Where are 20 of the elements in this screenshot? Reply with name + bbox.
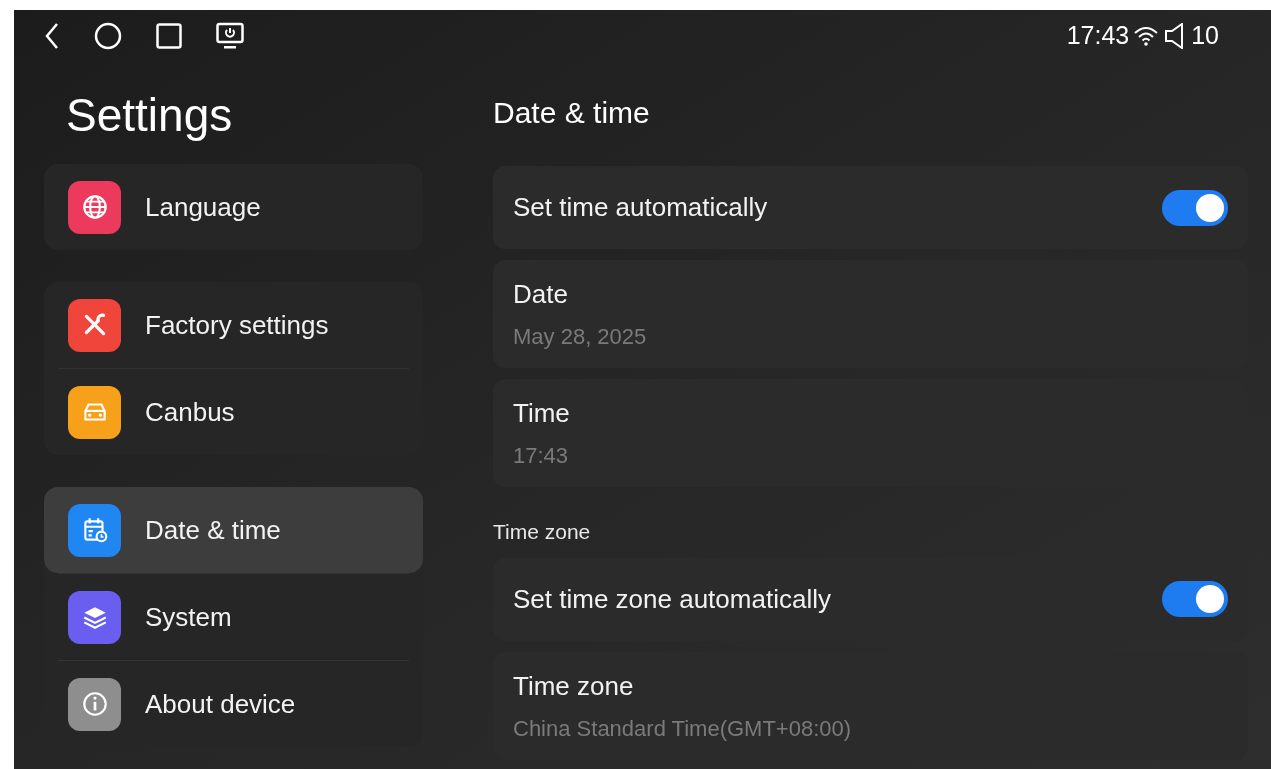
volume-level: 10 [1191,20,1219,52]
sidebar-item[interactable]: Canbus [44,369,423,455]
recents-icon[interactable] [156,23,182,49]
back-icon[interactable] [44,22,60,50]
toggle-switch[interactable] [1162,189,1228,226]
wifi-icon [1133,25,1160,47]
toggle-switch[interactable] [1162,581,1228,617]
clock-time: 17:43 [1066,20,1130,52]
home-icon[interactable] [94,22,122,50]
setting-row[interactable]: Time zone China Standard Time(GMT+08:00) [493,651,1248,760]
sidebar-item[interactable]: Factory settings [44,282,423,368]
sidebar-item[interactable]: System [44,574,423,660]
sidebar-item[interactable]: Date & time [44,487,423,573]
switch-row[interactable]: Set time automatically [493,166,1248,249]
monitor-power-icon[interactable] [216,22,244,50]
sidebar-item[interactable]: About device [44,661,423,747]
page-title: Date & time [493,98,651,128]
sidebar-item[interactable]: Language [44,164,423,250]
section-header: Time zone [493,519,592,545]
settings-title: Settings [65,92,234,143]
